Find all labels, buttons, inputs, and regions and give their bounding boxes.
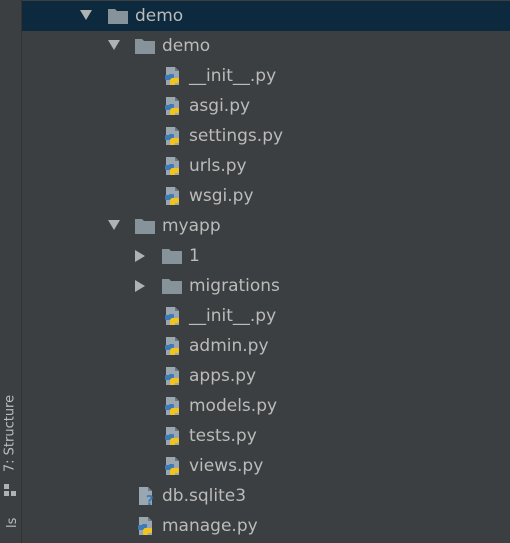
tree-row-demo-package[interactable]: demo bbox=[22, 31, 510, 61]
tree-item-label: migrations bbox=[189, 276, 280, 296]
folder-icon bbox=[162, 278, 182, 294]
python-file-icon bbox=[163, 336, 183, 356]
tree-item-label: wsgi.py bbox=[189, 186, 254, 206]
tree-row-file[interactable]: __init__.py bbox=[22, 301, 510, 331]
chevron-down-icon[interactable] bbox=[80, 10, 92, 20]
tree-row-file[interactable]: admin.py bbox=[22, 331, 510, 361]
tree-item-label: views.py bbox=[189, 456, 264, 476]
tree-row-file[interactable]: __init__.py bbox=[22, 61, 510, 91]
python-file-icon bbox=[163, 456, 183, 476]
python-file-icon bbox=[163, 426, 183, 446]
tree-row-demo-root[interactable]: demo bbox=[22, 1, 510, 31]
tree-item-label: manage.py bbox=[162, 516, 258, 536]
python-file-icon bbox=[136, 516, 156, 536]
folder-icon bbox=[135, 38, 155, 54]
python-file-icon bbox=[163, 96, 183, 116]
python-file-icon bbox=[163, 66, 183, 86]
folder-icon bbox=[108, 8, 128, 24]
tree-item-label: __init__.py bbox=[189, 306, 277, 326]
tree-item-label: admin.py bbox=[189, 336, 269, 356]
chevron-right-icon[interactable] bbox=[135, 250, 145, 262]
tree-row-file[interactable]: tests.py bbox=[22, 421, 510, 451]
tree-row-file[interactable]: models.py bbox=[22, 391, 510, 421]
tree-item-label: __init__.py bbox=[189, 66, 277, 86]
tree-item-label: demo bbox=[162, 36, 211, 56]
tree-item-label: asgi.py bbox=[189, 96, 251, 116]
tree-item-label: apps.py bbox=[189, 366, 257, 386]
tree-item-label: urls.py bbox=[189, 156, 247, 176]
tree-row-file[interactable]: db.sqlite3 bbox=[22, 481, 510, 511]
python-file-icon bbox=[163, 126, 183, 146]
chevron-right-icon[interactable] bbox=[135, 280, 145, 292]
project-tree: demo demo __init__.py asgi.py settings.p… bbox=[22, 0, 510, 543]
tree-row-folder-1[interactable]: 1 bbox=[22, 241, 510, 271]
python-file-icon bbox=[163, 156, 183, 176]
tree-row-file[interactable]: settings.py bbox=[22, 121, 510, 151]
tree-item-label: db.sqlite3 bbox=[162, 486, 247, 506]
tree-item-label: settings.py bbox=[189, 126, 284, 146]
chevron-down-icon[interactable] bbox=[108, 40, 120, 50]
tree-row-myapp[interactable]: myapp bbox=[22, 211, 510, 241]
tree-item-label: myapp bbox=[162, 216, 221, 236]
tree-item-label: demo bbox=[135, 6, 184, 26]
tree-row-migrations[interactable]: migrations bbox=[22, 271, 510, 301]
python-file-icon bbox=[163, 306, 183, 326]
tree-item-label: models.py bbox=[189, 396, 278, 416]
python-file-icon bbox=[163, 186, 183, 206]
tree-item-label: tests.py bbox=[189, 426, 257, 446]
folder-icon bbox=[135, 218, 155, 234]
structure-tab-label: 7: Structure bbox=[2, 394, 18, 473]
structure-icon bbox=[4, 484, 16, 496]
tree-row-file[interactable]: urls.py bbox=[22, 151, 510, 181]
tree-row-file[interactable]: manage.py bbox=[22, 511, 510, 541]
tree-row-file[interactable]: apps.py bbox=[22, 361, 510, 391]
tree-row-file[interactable]: views.py bbox=[22, 451, 510, 481]
python-file-icon bbox=[163, 366, 183, 386]
unknown-file-icon bbox=[136, 486, 156, 506]
tree-row-file[interactable]: asgi.py bbox=[22, 91, 510, 121]
python-file-icon bbox=[163, 396, 183, 416]
chevron-down-icon[interactable] bbox=[108, 220, 120, 230]
folder-icon bbox=[162, 248, 182, 264]
tree-row-file[interactable]: wsgi.py bbox=[22, 181, 510, 211]
tree-item-label: 1 bbox=[189, 246, 200, 266]
favorites-tool-tab[interactable]: ls bbox=[5, 518, 20, 528]
